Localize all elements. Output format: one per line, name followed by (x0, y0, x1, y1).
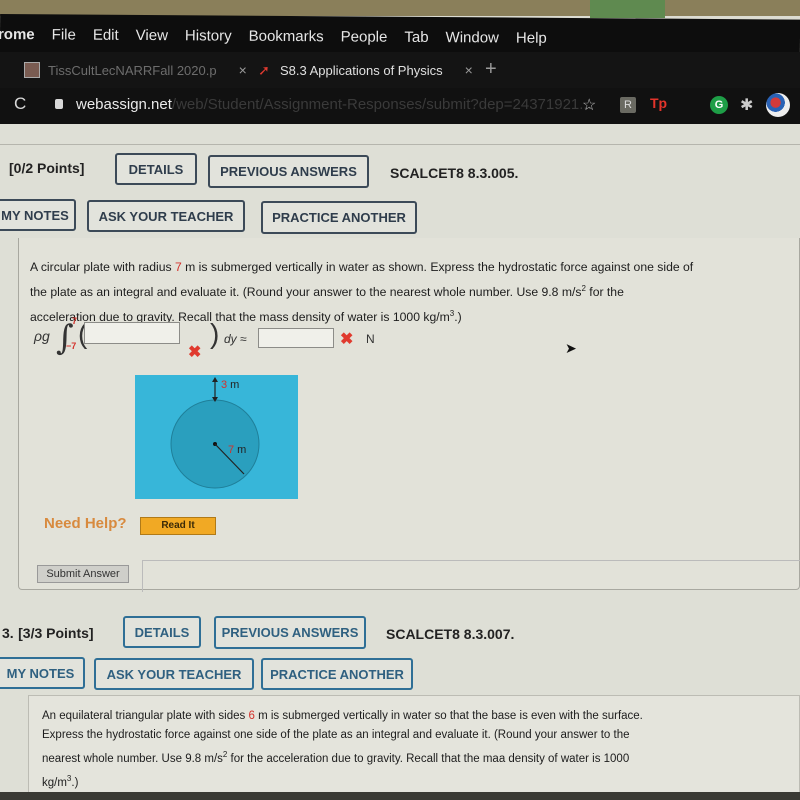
question-code: SCALCET8 8.3.005. (390, 165, 519, 181)
unit-label: N (366, 332, 375, 346)
menu-people[interactable]: People (341, 28, 388, 45)
url-field[interactable]: webassign.net/web/Student/Assignment-Res… (76, 96, 592, 113)
lower-bound: −7 (66, 341, 77, 351)
tab-applications-of-physics[interactable]: ➚ S8.3 Applications of Physics × (256, 62, 473, 78)
radius-value: 7 (174, 260, 182, 274)
tab-tisscult[interactable]: TissCultLecNARRFall 2020.p × (24, 62, 247, 78)
pdf-favicon-icon (24, 62, 40, 78)
background-object (590, 0, 665, 18)
menu-app-chrome[interactable]: rome (0, 25, 35, 42)
text: A circular plate with radius (30, 260, 175, 274)
mouse-cursor-icon: ➤ (565, 340, 577, 356)
menu-history[interactable]: History (185, 27, 232, 44)
bookmark-star-icon[interactable]: ☆ (582, 95, 596, 115)
question-3-text: An equilateral triangular plate with sid… (42, 707, 800, 793)
tab-title: TissCultLecNARRFall 2020.p (48, 62, 217, 78)
details-button[interactable]: DETAILS (115, 153, 197, 185)
ask-your-teacher-button[interactable]: ASK YOUR TEACHER (94, 658, 254, 690)
points-label: [3/3 Points] (18, 625, 94, 641)
close-icon[interactable]: × (239, 62, 247, 78)
depth-label: 3 m (221, 379, 239, 391)
ask-your-teacher-button[interactable]: ASK YOUR TEACHER (87, 200, 245, 232)
close-icon[interactable]: × (465, 62, 473, 78)
monitor-bezel (0, 792, 800, 800)
url-domain: webassign.net (76, 96, 172, 113)
question-code: SCALCET8 8.3.007. (386, 626, 515, 642)
need-help-label: Need Help? (44, 515, 127, 532)
submerged-plate-figure: 3 m 7 m (135, 375, 298, 499)
upper-bound: 7 (72, 316, 78, 326)
previous-answers-button[interactable]: PREVIOUS ANSWERS (214, 616, 366, 649)
text: the plate as an integral and evaluate it… (30, 285, 582, 300)
practice-another-button[interactable]: PRACTICE ANOTHER (261, 658, 413, 690)
dy-label: dy ≈ (224, 332, 247, 346)
extensions-puzzle-icon[interactable]: ✱ (740, 95, 753, 115)
incorrect-mark-icon: ✖ (188, 344, 202, 361)
practice-another-button[interactable]: PRACTICE ANOTHER (261, 201, 417, 234)
text: .) (454, 310, 462, 325)
unit: m (234, 444, 247, 456)
my-notes-button[interactable]: MY NOTES (0, 199, 76, 231)
new-tab-button[interactable]: + (485, 58, 497, 81)
arrow-head (212, 377, 218, 382)
my-notes-button[interactable]: MY NOTES (0, 657, 85, 689)
extension-tp-icon[interactable]: Tp (650, 95, 667, 111)
submit-area (142, 560, 800, 592)
question-2-text: A circular plate with radius 7 m is subm… (30, 257, 800, 328)
extension-r-icon[interactable]: R (620, 97, 636, 113)
previous-answers-button[interactable]: PREVIOUS ANSWERS (208, 155, 369, 188)
menu-view[interactable]: View (136, 26, 168, 43)
menu-tab[interactable]: Tab (404, 28, 428, 45)
menu-window[interactable]: Window (446, 29, 499, 46)
details-button[interactable]: DETAILS (123, 616, 201, 648)
menu-edit[interactable]: Edit (93, 26, 119, 43)
submit-answer-button[interactable]: Submit Answer (37, 565, 129, 583)
profile-avatar[interactable] (766, 93, 790, 117)
reload-icon[interactable]: C (14, 94, 26, 114)
text: kg/m (42, 776, 67, 789)
question-2-header: [0/2 Points] (9, 160, 84, 176)
text: Express the hydrostatic force against on… (42, 729, 630, 741)
address-bar: C webassign.net/web/Student/Assignment-R… (0, 88, 800, 124)
tab-title: S8.3 Applications of Physics (280, 62, 443, 78)
read-it-button[interactable]: Read It (140, 517, 216, 535)
plate-diagram (170, 377, 260, 489)
webassign-favicon-icon: ➚ (258, 62, 270, 78)
text: for the acceleration due to gravity. Rec… (227, 752, 630, 765)
text: nearest whole number. Use 9.8 m/s (42, 752, 223, 765)
rho-g-label: ρg (34, 328, 50, 344)
question-3-header: 3. [3/3 Points] (2, 624, 94, 642)
question-number: 3. (2, 625, 14, 641)
incorrect-mark-icon: ✖ (340, 331, 354, 348)
text: m is submerged vertically in water so th… (254, 710, 643, 722)
menu-help[interactable]: Help (516, 29, 547, 46)
integrand-input[interactable] (84, 322, 180, 344)
points-label: [0/2 Points] (9, 160, 85, 176)
text: m is submerged vertically in water as sh… (181, 260, 694, 274)
answer-input[interactable] (258, 328, 334, 348)
tab-bar: TissCultLecNARRFall 2020.p × ➚ S8.3 Appl… (0, 52, 800, 90)
menu-file[interactable]: File (52, 26, 76, 43)
radius-label: 7 m (228, 444, 246, 456)
text: .) (71, 776, 79, 789)
integral-expression: ρg ∫ 7 −7 ( ✖ ) dy ≈ ✖ N (32, 316, 452, 362)
text: for the (585, 285, 624, 300)
monitor-bezel (0, 0, 800, 18)
text: An equilateral triangular plate with sid… (42, 710, 249, 722)
close-paren: ) (210, 318, 220, 349)
grammarly-icon[interactable]: G (710, 96, 728, 114)
lock-icon[interactable] (55, 99, 63, 109)
unit: m (227, 379, 240, 391)
url-path: /web/Student/Assignment-Responses/submit… (171, 96, 592, 113)
divider (0, 144, 800, 145)
menu-bookmarks[interactable]: Bookmarks (249, 27, 324, 45)
